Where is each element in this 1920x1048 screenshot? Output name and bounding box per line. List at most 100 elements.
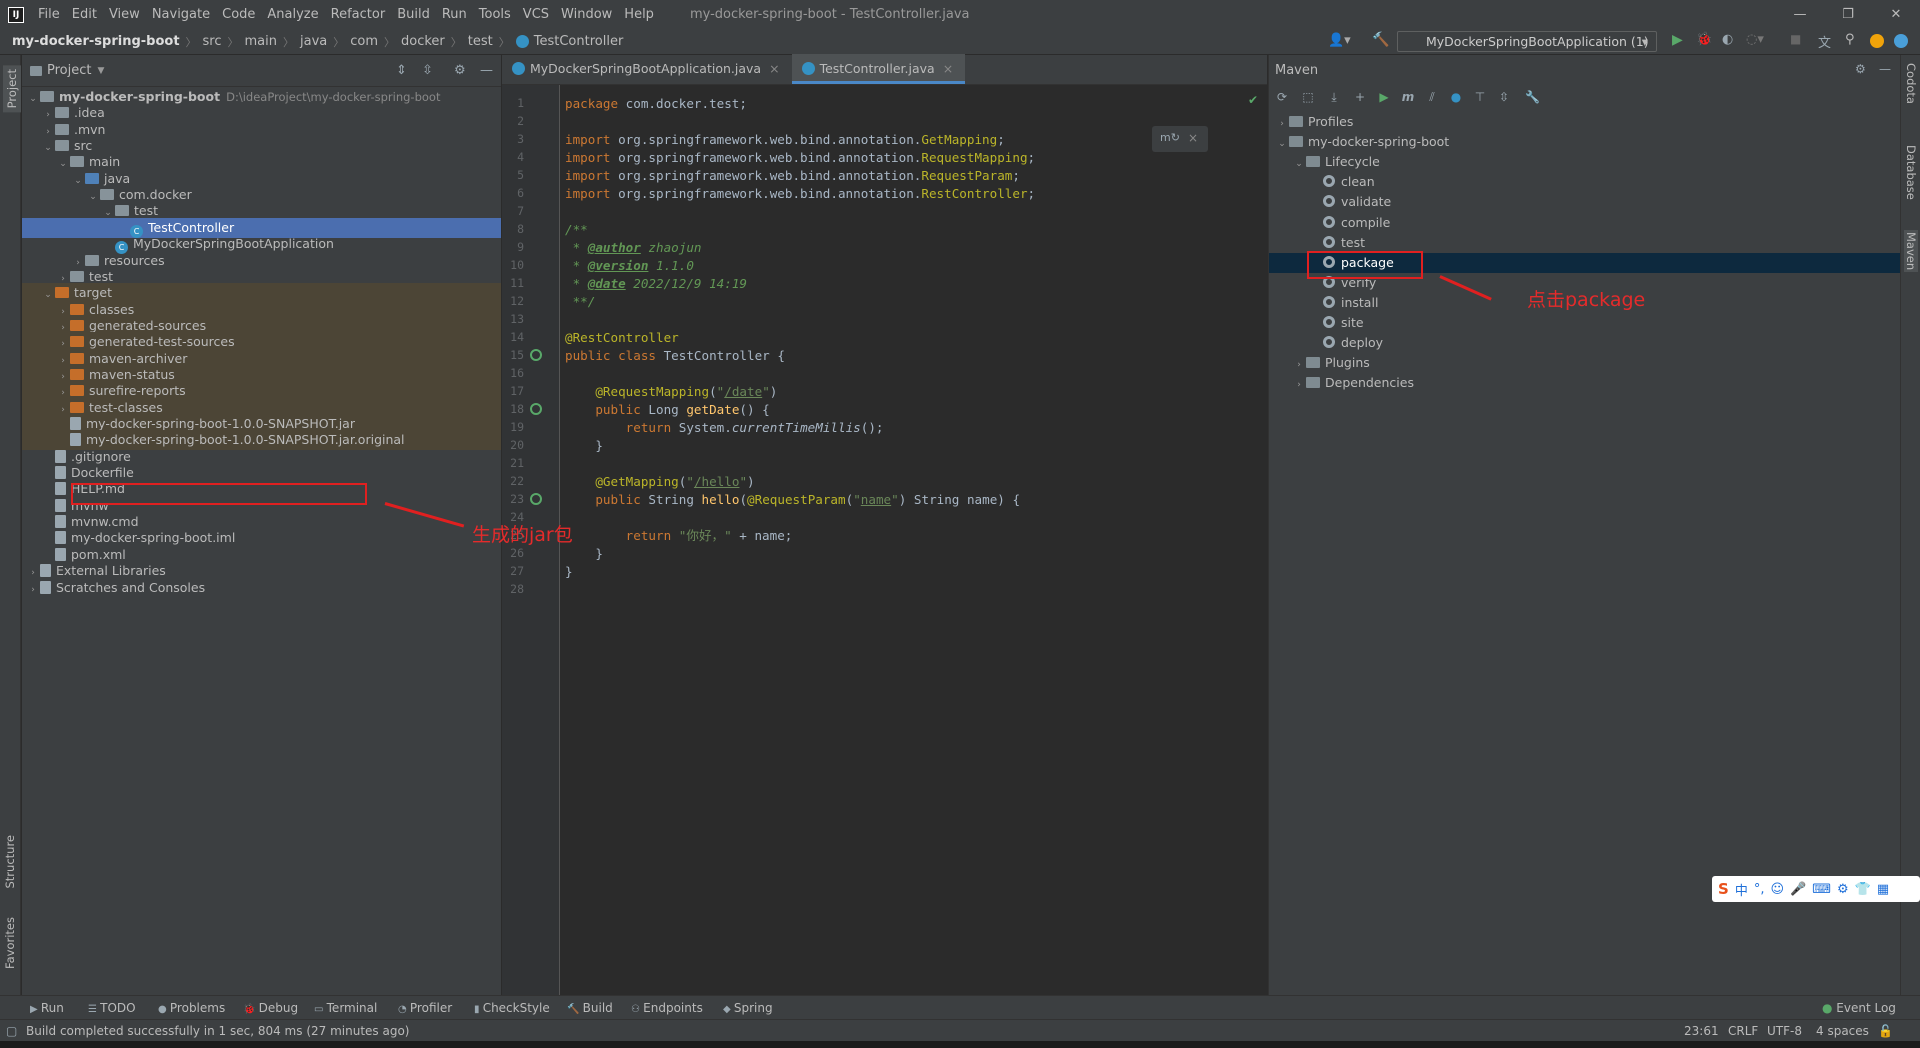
ime-language[interactable]: 中 — [1735, 880, 1748, 899]
maven-item-test[interactable]: test — [1269, 233, 1901, 253]
chevron-right-icon[interactable]: › — [1292, 375, 1306, 395]
breadcrumb-item[interactable]: com — [350, 34, 378, 49]
build-hammer-icon[interactable]: 🔨 — [1372, 32, 1389, 48]
update-icon[interactable] — [1870, 34, 1884, 48]
download-icon[interactable]: ⤓ — [1327, 90, 1341, 104]
event-log-button[interactable]: ● Event Log — [1822, 999, 1896, 1017]
breadcrumb-item[interactable]: src — [203, 34, 222, 49]
menu-tools[interactable]: Tools — [473, 7, 517, 22]
hide-icon[interactable]: — — [1879, 62, 1891, 76]
grid-icon[interactable]: ▦ — [1877, 882, 1889, 897]
search-icon[interactable]: ⚲ — [1845, 32, 1855, 47]
skip-tests-icon[interactable]: ● — [1449, 90, 1463, 104]
menu-run[interactable]: Run — [436, 7, 473, 22]
coverage-icon[interactable]: ◐ — [1722, 32, 1733, 47]
menu-code[interactable]: Code — [216, 7, 261, 22]
run-configuration-select[interactable]: MyDockerSpringBootApplication (1) ▾ — [1397, 31, 1657, 52]
skin-icon[interactable]: 👕 — [1855, 882, 1871, 897]
structure-tool-tab[interactable]: Structure — [3, 835, 17, 889]
maven-item-validate[interactable]: validate — [1269, 192, 1901, 212]
gear-icon[interactable]: ⚙ — [454, 63, 466, 78]
maven-item-plugins[interactable]: › Plugins — [1269, 353, 1901, 373]
favorites-tool-tab[interactable]: Favorites — [3, 917, 17, 969]
lock-icon[interactable]: 🔓 — [1878, 1020, 1893, 1042]
menu-refactor[interactable]: Refactor — [325, 7, 392, 22]
tab-debug[interactable]: 🐞 Debug — [243, 999, 298, 1019]
tools-icon[interactable]: ⚙ — [1837, 882, 1849, 897]
menu-navigate[interactable]: Navigate — [146, 7, 216, 22]
close-icon[interactable]: × — [943, 61, 953, 76]
code-line[interactable]: **/ — [565, 291, 596, 313]
breadcrumb-item[interactable]: main — [245, 34, 277, 49]
debug-icon[interactable]: 🐞 — [1696, 32, 1712, 47]
hide-icon[interactable]: — — [480, 63, 493, 78]
punctuation-icon[interactable]: °, — [1754, 882, 1765, 897]
project-tool-tab[interactable]: Project — [3, 65, 21, 113]
menu-edit[interactable]: Edit — [66, 7, 103, 22]
close-icon[interactable]: × — [1188, 131, 1198, 145]
caret-position[interactable]: 23:61 — [1684, 1020, 1719, 1042]
line-separator[interactable]: CRLF — [1728, 1020, 1758, 1042]
translate-icon[interactable]: 文 — [1818, 32, 1831, 51]
generate-sources-icon[interactable]: ⬚ — [1301, 90, 1315, 104]
chevron-down-icon[interactable]: ▼ — [97, 66, 104, 76]
database-tool-tab[interactable]: Database — [1904, 145, 1918, 200]
emoji-icon[interactable]: ☺ — [1770, 882, 1784, 897]
tab-problems[interactable]: ● Problems — [158, 999, 225, 1019]
code-line[interactable]: } — [565, 435, 603, 457]
breadcrumb-item[interactable]: my-docker-spring-boot — [12, 34, 180, 49]
codota-tool-tab[interactable]: Codota — [1904, 63, 1918, 104]
maven-item-deploy[interactable]: deploy — [1269, 333, 1901, 353]
indent-setting[interactable]: 4 spaces — [1816, 1020, 1869, 1042]
file-encoding[interactable]: UTF-8 — [1767, 1020, 1802, 1042]
keyboard-icon[interactable]: ⌨ — [1812, 882, 1831, 897]
tab-checkstyle[interactable]: ▮ CheckStyle — [474, 999, 550, 1019]
close-icon[interactable]: × — [769, 61, 779, 76]
maven-item-dependencies[interactable]: › Dependencies — [1269, 373, 1901, 393]
tab-build[interactable]: 🔨 Build — [567, 999, 613, 1019]
menu-help[interactable]: Help — [618, 7, 660, 22]
wrench-icon[interactable]: 🔧 — [1525, 90, 1540, 104]
toggle-offline-icon[interactable]: ⫽ — [1425, 90, 1439, 104]
tab-testcontroller[interactable]: TestController.java × — [791, 54, 966, 84]
restore-icon[interactable]: ❐ — [1824, 0, 1872, 29]
menu-view[interactable]: View — [103, 7, 146, 22]
menu-window[interactable]: Window — [555, 7, 618, 22]
run-icon[interactable]: ▶ — [1672, 32, 1683, 48]
run-icon[interactable]: ▶ — [1377, 90, 1391, 104]
show-dependencies-icon[interactable]: ⊤ — [1473, 90, 1487, 104]
chevron-right-icon[interactable]: › — [1275, 114, 1289, 134]
maven-item-my-docker-spring-boot[interactable]: ⌄ my-docker-spring-boot — [1269, 132, 1901, 152]
code-line[interactable]: import org.springframework.web.bind.anno… — [565, 183, 1035, 205]
menu-analyze[interactable]: Analyze — [261, 7, 324, 22]
microphone-icon[interactable]: 🎤 — [1790, 882, 1806, 897]
execute-goal-icon[interactable]: m — [1401, 90, 1415, 104]
maven-item-clean[interactable]: clean — [1269, 172, 1901, 192]
spring-bean-icon[interactable] — [530, 493, 542, 505]
tab-run[interactable]: ▶ Run — [30, 999, 64, 1019]
tab-mydockerspringbootapplication[interactable]: MyDockerSpringBootApplication.java × — [502, 54, 792, 84]
sogou-logo-icon[interactable]: S — [1718, 880, 1729, 898]
maven-item-compile[interactable]: compile — [1269, 213, 1901, 233]
gear-icon[interactable]: ⚙ — [1855, 62, 1866, 76]
maven-item-site[interactable]: site — [1269, 313, 1901, 333]
tab-endpoints[interactable]: ⚇ Endpoints — [631, 999, 703, 1019]
project-title[interactable]: Project — [47, 63, 91, 78]
tab-todo[interactable]: ☰ TODO — [88, 999, 136, 1019]
chevron-down-icon[interactable]: ⌄ — [1292, 154, 1306, 174]
maven-reload-icon[interactable]: m↻ — [1160, 131, 1180, 144]
tab-profiler[interactable]: ◔ Profiler — [398, 999, 452, 1019]
chevron-right-icon[interactable]: › — [26, 580, 40, 600]
breadcrumb-item[interactable]: java — [300, 34, 327, 49]
status-icon[interactable]: ▢ — [6, 1020, 17, 1042]
plugin-icon[interactable] — [1894, 34, 1908, 48]
menu-file[interactable]: File — [32, 7, 66, 22]
chevron-down-icon[interactable]: ⌄ — [1275, 134, 1289, 154]
status-message[interactable]: Build completed successfully in 1 sec, 8… — [26, 1020, 409, 1042]
breadcrumb-item[interactable]: TestController — [534, 34, 624, 49]
chevron-right-icon[interactable]: › — [1292, 355, 1306, 375]
code-line[interactable]: return System.currentTimeMillis(); — [565, 417, 884, 439]
collapse-all-icon[interactable]: ⇳ — [1497, 90, 1511, 104]
menu-build[interactable]: Build — [391, 7, 436, 22]
breadcrumb-item[interactable]: test — [468, 34, 493, 49]
